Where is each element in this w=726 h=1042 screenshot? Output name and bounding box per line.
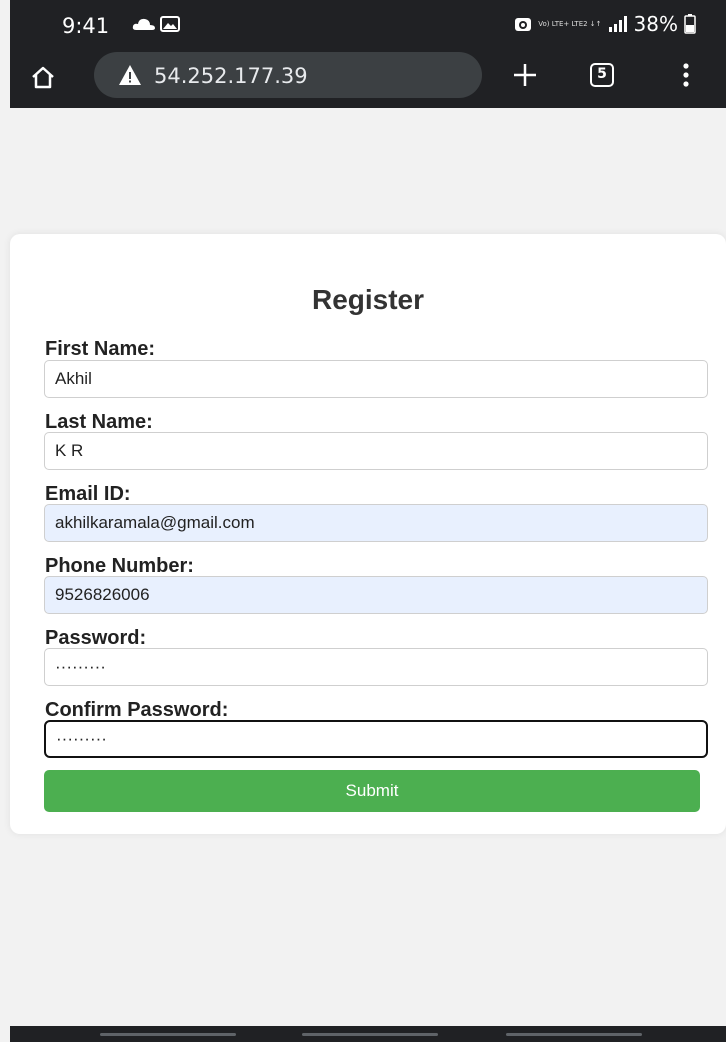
nav-recents-button[interactable] [100,1033,236,1036]
battery-percent: 38% [633,12,678,36]
cloud-icon [132,18,155,30]
tab-switcher-button[interactable]: 5 [590,63,614,87]
gallery-icon [160,16,180,32]
email-label: Email ID: [45,483,131,505]
home-icon[interactable] [30,65,56,89]
nav-back-button[interactable] [506,1033,642,1036]
network-indicator: Vo) LTE+ LTE2 ↓↑ [538,20,602,28]
first-name-input[interactable]: Akhil [44,360,708,398]
status-right: Vo) LTE+ LTE2 ↓↑ 38% [514,12,696,36]
status-bar: 9:41 Vo) LTE+ LTE2 ↓↑ 38% [10,0,726,48]
battery-icon [684,14,696,34]
alarm-icon [515,18,532,31]
new-tab-plus-icon[interactable] [512,62,538,88]
password-input[interactable]: ········· [44,648,708,686]
system-nav-bar [10,1026,726,1042]
address-bar[interactable]: 54.252.177.39 [94,52,482,98]
url-text[interactable]: 54.252.177.39 [154,64,308,88]
browser-toolbar: 54.252.177.39 5 [10,48,726,108]
status-time: 9:41 [62,14,110,38]
confirm-password-label: Confirm Password: [45,699,229,721]
register-card: Register First Name: Akhil Last Name: K … [10,234,726,834]
last-name-input[interactable]: K R [44,432,708,470]
password-label: Password: [45,627,147,649]
phone-input[interactable]: 9526826006 [44,576,708,614]
not-secure-warning-icon[interactable] [118,64,142,86]
nav-home-button[interactable] [302,1033,438,1036]
submit-button[interactable]: Submit [44,770,700,812]
email-input[interactable]: akhilkaramala@gmail.com [44,504,708,542]
phone-label: Phone Number: [45,555,194,577]
confirm-password-input[interactable]: ········· [44,720,708,758]
signal-icon [608,16,627,32]
page-title: Register [311,284,425,315]
more-menu-icon[interactable] [682,62,690,88]
first-name-label: First Name: [45,338,156,360]
last-name-label: Last Name: [45,411,153,433]
